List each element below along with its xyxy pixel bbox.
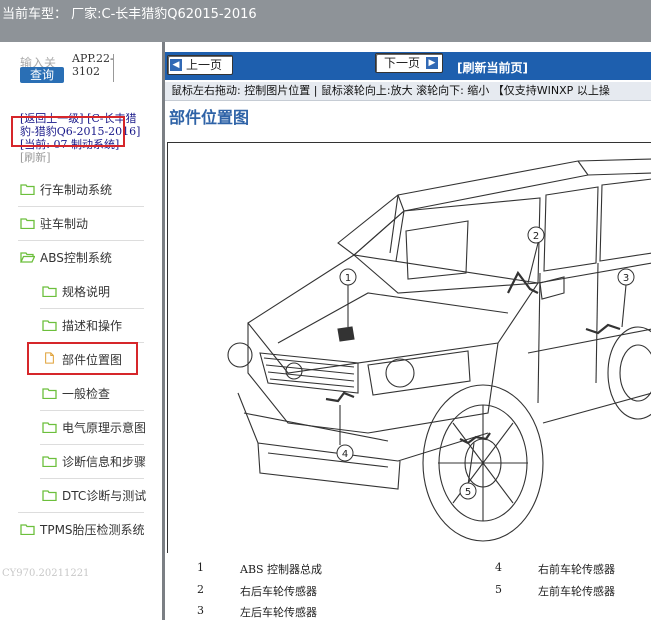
tree-item-parking-brake[interactable]: 驻车制动 <box>0 206 150 240</box>
nav-bar: ◀ 上一页 下一页 ▶ [刷新当前页] <box>165 52 651 80</box>
legend-number: 1 <box>197 561 204 574</box>
folder-icon <box>20 218 35 229</box>
tree-item-label: 描述和操作 <box>62 319 123 333</box>
selection-highlight <box>27 342 138 375</box>
tree-item-label: 规格说明 <box>62 285 111 299</box>
arrow-right-icon: ▶ <box>426 57 438 69</box>
vehicle-illustration: 1 2 3 4 5 <box>227 158 651 542</box>
prev-page-button[interactable]: ◀ 上一页 <box>167 55 233 75</box>
legend-number: 4 <box>495 561 502 574</box>
tree-item-label: 行车制动系统 <box>40 183 113 197</box>
component-diagram[interactable]: 1 2 3 4 5 <box>167 142 651 553</box>
app-code: APP.22-3102 <box>72 52 114 78</box>
title-bar: 当前车型： 厂家:C-长丰猎豹Q62015-2016 <box>0 0 651 42</box>
tree-item-label: DTC诊断与测试 <box>62 489 147 503</box>
callout-3-number: 3 <box>623 273 629 284</box>
current-model-label: 当前车型： 厂家:C-长丰猎豹Q62015-2016 <box>2 7 257 22</box>
search-button[interactable]: 查询 <box>20 67 64 83</box>
tree-item-general-check[interactable]: 一般检查 <box>0 376 150 410</box>
tree-item-label: 诊断信息和步骤 <box>62 455 147 469</box>
folder-icon <box>20 184 35 195</box>
tree-item-label: 驻车制动 <box>40 217 89 231</box>
tree-item-tpms[interactable]: TPMS胎压检测系统 <box>0 512 150 546</box>
tree-item-schematic[interactable]: 电气原理示意图 <box>0 410 150 444</box>
legend-text: 右前车轮传感器 <box>538 563 615 576</box>
arrow-left-icon: ◀ <box>170 59 182 71</box>
legend-text: ABS 控制器总成 <box>240 563 323 576</box>
legend-text: 右后车轮传感器 <box>240 585 317 598</box>
next-page-label: 下一页 <box>384 56 421 70</box>
legend-text: 左后车轮传感器 <box>240 606 317 619</box>
parts-legend: 1 ABS 控制器总成 2 右后车轮传感器 3 左后车轮传感器 4 右前车轮传感… <box>165 557 651 620</box>
folder-icon <box>42 286 57 297</box>
sidebar: 输入关 查询 APP.22-3102 [返回上一级] [C-长丰猎豹-猎豹Q6-… <box>0 42 162 620</box>
selection-highlight <box>11 116 125 147</box>
hint-bar: 鼠标左右拖动: 控制图片位置 | 鼠标滚轮向上:放大 滚轮向下: 缩小 【仅支持… <box>165 82 651 101</box>
page-title: 部件位置图 <box>169 108 250 127</box>
callout-1-number: 1 <box>345 273 351 284</box>
prev-page-label: 上一页 <box>186 58 223 72</box>
folder-open-icon <box>20 252 35 263</box>
tree-item-label: 一般检查 <box>62 387 111 401</box>
legend-number: 3 <box>197 604 204 617</box>
divider <box>113 54 114 82</box>
folder-icon <box>42 388 57 399</box>
refresh-link[interactable]: [刷新] <box>20 151 146 164</box>
tree-item-label: 电气原理示意图 <box>62 421 147 435</box>
legend-number: 2 <box>197 583 204 596</box>
callout-4-number: 4 <box>342 449 348 460</box>
callout-5-number: 5 <box>465 487 471 498</box>
folder-icon <box>20 524 35 535</box>
tree-item-dtc[interactable]: DTC诊断与测试 <box>0 478 150 512</box>
hint-text: 鼠标左右拖动: 控制图片位置 | 鼠标滚轮向上:放大 滚轮向下: 缩小 【仅支持… <box>171 84 610 97</box>
tree-item-label: ABS控制系统 <box>40 251 112 265</box>
tree-item-description[interactable]: 描述和操作 <box>0 308 150 342</box>
content-panel: ◀ 上一页 下一页 ▶ [刷新当前页] 鼠标左右拖动: 控制图片位置 | 鼠标滚… <box>165 42 651 620</box>
tree-item-label: TPMS胎压检测系统 <box>40 523 145 537</box>
legend-text: 左前车轮传感器 <box>538 585 615 598</box>
next-page-button[interactable]: 下一页 ▶ <box>375 53 443 73</box>
version-code: CY970.20211221 <box>2 568 90 579</box>
refresh-page-link[interactable]: [刷新当前页] <box>457 59 528 76</box>
legend-number: 5 <box>495 583 502 596</box>
folder-icon <box>42 320 57 331</box>
tree-item-diagnostics[interactable]: 诊断信息和步骤 <box>0 444 150 478</box>
tree-item-abs-control[interactable]: ABS控制系统 <box>0 240 150 274</box>
folder-icon <box>42 490 57 501</box>
folder-icon <box>42 456 57 467</box>
tree-item-specs[interactable]: 规格说明 <box>0 274 150 308</box>
folder-icon <box>42 422 57 433</box>
tree-item-service-brake[interactable]: 行车制动系统 <box>0 172 150 206</box>
callout-2-number: 2 <box>533 231 539 242</box>
